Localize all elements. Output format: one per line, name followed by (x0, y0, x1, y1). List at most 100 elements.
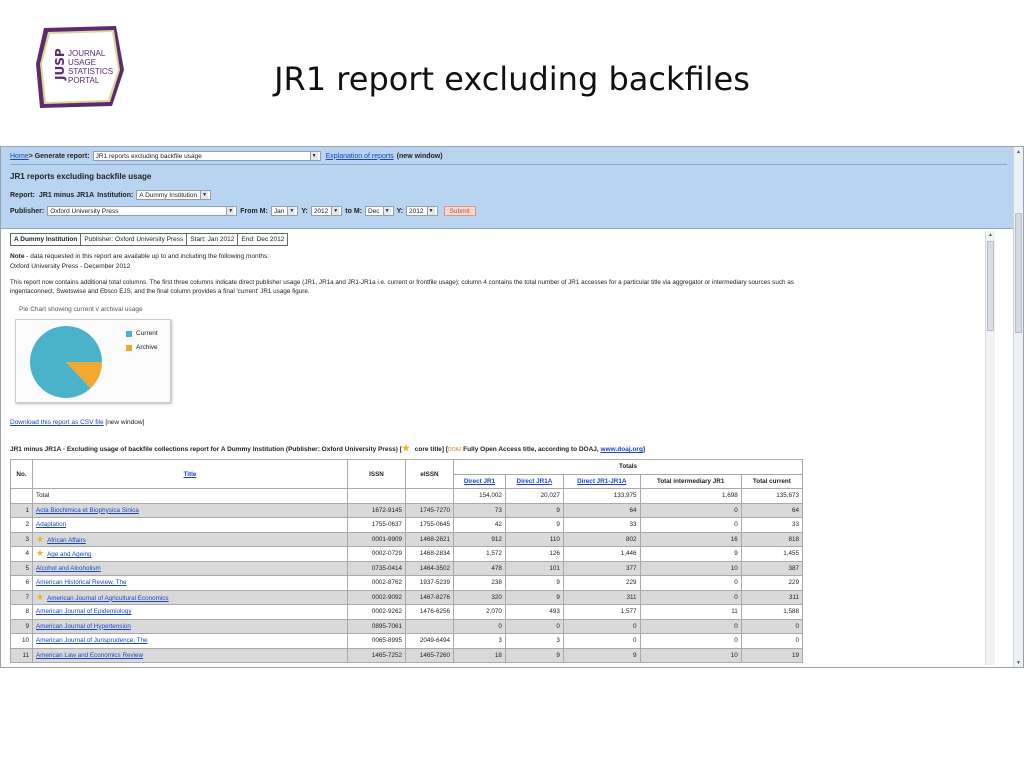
legend-swatch-archive (126, 344, 132, 351)
col-title[interactable]: Title (32, 459, 348, 489)
scroll-up-icon[interactable]: ▲ (987, 232, 994, 239)
star-icon: ★ (36, 533, 45, 544)
title-link[interactable]: Acta Biochimica et Biophysica Sinica (36, 507, 139, 514)
col-direct-jr1[interactable]: Direct JR1 (453, 473, 506, 489)
row-title: ★ American Journal of Agricultural Econom… (32, 589, 348, 605)
col-direct-jr1-link[interactable]: Direct JR1 (464, 478, 495, 485)
title-link[interactable]: American Journal of Agricultural Economi… (47, 595, 168, 602)
col-direct-jr1-jr1a-link[interactable]: Direct JR1-JR1A (577, 478, 626, 485)
cell-issn: 0002-9092 (347, 589, 406, 605)
content-scroll-thumb[interactable] (987, 241, 994, 331)
breadcrumb-home-link[interactable]: Home (10, 153, 29, 160)
from-month-select[interactable]: Jan ▼ (270, 206, 299, 216)
breadcrumb-generate-label: > Generate report: (28, 152, 90, 160)
report-type-value: JR1 reports excluding backfile usage (95, 152, 202, 160)
usage-table: No. Title ISSN eISSN Totals Direct JR1 D… (10, 459, 804, 663)
total-row-inter: 1,698 (639, 488, 742, 504)
cell-jr1: 1,572 (453, 546, 506, 562)
row-title: American Journal of Epidemiology (32, 604, 348, 620)
cell-current: 387 (740, 560, 804, 576)
note-paragraph-2: ingentaconnect, Swetswise and Ebsco EJS,… (10, 288, 310, 295)
cell-eissn: 1465-7260 (405, 647, 454, 663)
scroll-up-icon[interactable]: ▲ (1015, 149, 1022, 156)
cell-jr1a: 9 (504, 517, 564, 533)
scroll-down-icon[interactable]: ▼ (1015, 660, 1022, 667)
cell-diff: 9 (562, 647, 641, 663)
cell-diff: 311 (562, 589, 641, 605)
cell-jr1a: 493 (504, 604, 564, 620)
explanation-link[interactable]: Explanation of reports (326, 153, 394, 160)
download-csv-link[interactable]: Download this report as CSV file (10, 419, 104, 426)
cell-jr1a: 101 (504, 560, 564, 576)
star-icon: ★ (36, 548, 45, 559)
cell-inter: 9 (639, 546, 742, 562)
col-direct-jr1a-link[interactable]: Direct JR1A (517, 478, 553, 485)
from-year-select[interactable]: 2012 ▼ (310, 206, 343, 216)
cell-current: 229 (740, 575, 804, 591)
title-link[interactable]: American Journal of Epidemiology (36, 608, 132, 615)
col-title-link[interactable]: Title (184, 471, 197, 478)
row-number: 4 (10, 546, 33, 562)
row-number: 2 (10, 517, 33, 533)
cell-diff: 1,577 (562, 604, 641, 620)
note-paragraph: This report now contains additional tota… (10, 279, 794, 286)
total-row-label: Total (32, 488, 348, 504)
cell-current: 0 (740, 633, 804, 649)
report-type-select[interactable]: JR1 reports excluding backfile usage ▼ (92, 151, 321, 161)
page-scroll-thumb[interactable] (1015, 213, 1022, 333)
title-link[interactable]: American Law and Economics Review (36, 652, 143, 659)
title-link[interactable]: Age and Ageing (47, 551, 91, 558)
cell-jr1: 912 (453, 531, 506, 547)
cell-issn: 0001-9909 (347, 531, 406, 547)
doaj-link[interactable]: www.doaj.org (601, 446, 643, 453)
toolbar-divider (10, 164, 1007, 165)
title-link[interactable]: American Journal of Hypertension (36, 623, 131, 630)
content-scrollbar[interactable]: ▲ (985, 231, 995, 665)
to-year-select[interactable]: 2012 ▼ (406, 206, 438, 216)
title-link[interactable]: American Historical Review, The (36, 579, 127, 586)
table-row: 7 ★ American Journal of Agricultural Econo… (10, 589, 804, 605)
col-issn: ISSN (347, 459, 406, 489)
title-link[interactable]: American Journal of Jurisprudence, The (36, 637, 148, 644)
usage-table-body: Total 154,002 20,027 133,975 1,698 135,6… (10, 488, 804, 663)
institution-select[interactable]: A Dummy Institution ▼ (136, 190, 212, 200)
page-scrollbar[interactable]: ▲ ▼ (1013, 147, 1023, 667)
title-link[interactable]: Alcohol and Alcoholism (36, 565, 101, 572)
chevron-down-icon: ▼ (226, 207, 235, 215)
table-row: 9 American Journal of Hypertension 0895-70… (10, 618, 804, 634)
title-link[interactable]: African Affairs (47, 537, 86, 544)
info-end: End: Dec 2012 (241, 236, 285, 243)
legend-label-current: Current (136, 330, 158, 337)
cell-inter: 10 (639, 560, 742, 576)
cell-eissn: 1755-0645 (405, 517, 454, 533)
col-direct-jr1-jr1a[interactable]: Direct JR1-JR1A (562, 473, 641, 489)
cell-eissn: 1468-2834 (405, 546, 454, 562)
cell-jr1a: 126 (504, 546, 564, 562)
cell-inter: 0 (639, 633, 742, 649)
total-row-current: 135,673 (740, 488, 804, 504)
submit-button[interactable]: Submit (443, 206, 476, 216)
total-row-eissn (405, 488, 454, 504)
cell-inter: 0 (639, 618, 742, 634)
cell-jr1: 3 (453, 633, 506, 649)
col-direct-jr1a[interactable]: Direct JR1A (504, 473, 564, 489)
col-totals: Totals (453, 459, 803, 475)
star-icon: ★ (36, 591, 45, 602)
legend-label-archive: Archive (136, 344, 158, 351)
row-title: American Law and Economics Review (32, 647, 348, 663)
cell-diff: 377 (562, 560, 641, 576)
chevron-down-icon: ▼ (331, 207, 340, 215)
row-title: Acta Biochimica et Biophysica Sinica (32, 502, 348, 518)
report-screenshot: Home > Generate report: JR1 reports excl… (0, 146, 1024, 668)
table-row: 6 American Historical Review, The 0002-876… (10, 575, 804, 591)
total-row: Total 154,002 20,027 133,975 1,698 135,6… (10, 488, 804, 504)
publisher-row: Publisher: Oxford University Press ▼ Fro… (10, 206, 476, 216)
report-info-bar: A Dummy Institution Publisher: Oxford Un… (10, 233, 289, 246)
publisher-select[interactable]: Oxford University Press ▼ (47, 206, 238, 216)
to-month-select[interactable]: Dec ▼ (365, 206, 394, 216)
cell-jr1: 238 (453, 575, 506, 591)
table-row: 4 ★ Age and Ageing 0002-0729 1468-2834 1,572 1… (10, 546, 804, 562)
chevron-down-icon: ▼ (287, 207, 296, 215)
chevron-down-icon: ▼ (309, 152, 318, 160)
title-link[interactable]: Adaptation (36, 521, 66, 528)
